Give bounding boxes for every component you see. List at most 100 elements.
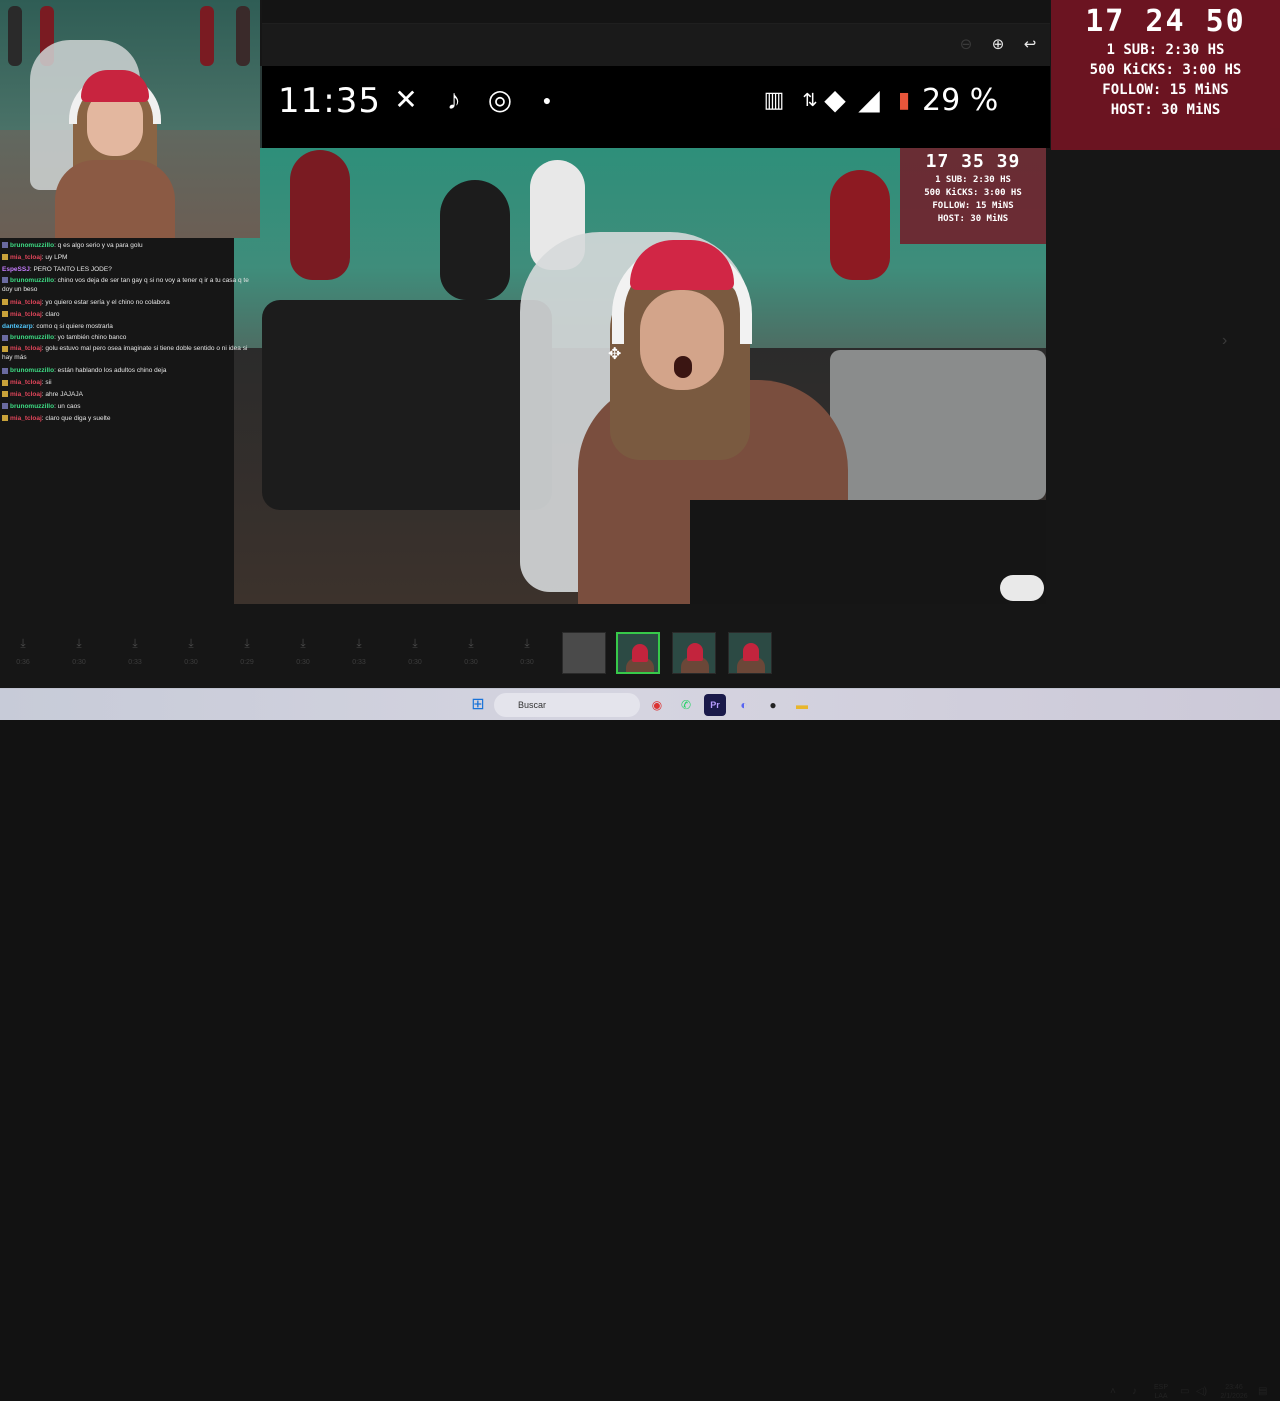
download-icon: ⤓ bbox=[356, 636, 362, 650]
chat-message: brunomuzzillo: están hablando los adulto… bbox=[0, 365, 258, 377]
chat-username[interactable]: mia_tcloaj bbox=[10, 299, 42, 306]
chat-username[interactable]: dantezarp bbox=[2, 323, 33, 330]
chat-username[interactable]: brunomuzzillo bbox=[10, 334, 54, 341]
guitar-image bbox=[440, 180, 510, 300]
thumbnail[interactable] bbox=[728, 632, 772, 674]
download-icon: ⤓ bbox=[132, 636, 138, 650]
chat-username[interactable]: mia_tcloaj bbox=[10, 311, 42, 318]
download-slot[interactable]: ⤓ 0:30 bbox=[449, 632, 493, 682]
download-slot[interactable]: ⤓ 0:29 bbox=[225, 632, 269, 682]
taskbar-search[interactable]: Buscar bbox=[494, 693, 640, 717]
chat-username[interactable]: brunomuzzillo bbox=[10, 277, 54, 284]
download-slot[interactable]: ⤓ 0:30 bbox=[393, 632, 437, 682]
download-duration: 0:30 bbox=[464, 659, 478, 666]
chat-text: : sii bbox=[41, 379, 52, 387]
chat-username[interactable]: EspeSSJ bbox=[2, 266, 30, 273]
download-slot[interactable]: ⤓ 0:30 bbox=[169, 632, 213, 682]
thumbnail-selected[interactable] bbox=[616, 632, 660, 674]
file-explorer-icon[interactable]: ▬ bbox=[791, 694, 813, 716]
chat-text: : yo también chino banco bbox=[54, 334, 127, 342]
thumbnail[interactable] bbox=[672, 632, 716, 674]
obs-icon[interactable]: ● bbox=[762, 694, 784, 716]
network-icon[interactable]: ▭ bbox=[1180, 1386, 1189, 1397]
chat-badge-icon bbox=[2, 391, 8, 398]
chat-badge-icon bbox=[2, 367, 8, 374]
chat-badge-icon bbox=[2, 334, 8, 341]
download-slot[interactable]: ⤓ 0:33 bbox=[113, 632, 157, 682]
notification-dot-icon: ● bbox=[542, 92, 552, 108]
chat-text: : ahre JAJAJA bbox=[41, 391, 83, 399]
battery-percent: 29 % bbox=[922, 83, 999, 118]
volume-icon[interactable]: ◁) bbox=[1196, 1386, 1207, 1397]
chat-badge-icon bbox=[2, 379, 8, 386]
clock-date: 2/1/2026 bbox=[1220, 1393, 1248, 1400]
premiere-icon[interactable]: Pr bbox=[704, 694, 726, 716]
chat-badge-icon bbox=[2, 403, 8, 410]
clock[interactable]: 23:46 2/1/2026 bbox=[1214, 1383, 1254, 1401]
chat-badge-icon bbox=[2, 254, 8, 261]
zoom-out-icon[interactable]: ⊖ bbox=[956, 35, 976, 55]
download-icon: ⤓ bbox=[412, 636, 418, 650]
counter-line: HOST: 30 MiNS bbox=[1110, 102, 1221, 118]
notifications-icon[interactable]: ▤ bbox=[1258, 1386, 1267, 1397]
chat-username[interactable]: mia_tcloaj bbox=[10, 415, 42, 422]
download-slot[interactable]: ⤓ 0:30 bbox=[281, 632, 325, 682]
download-duration: 0:30 bbox=[408, 659, 422, 666]
viewer-toolbar bbox=[262, 24, 1050, 66]
chat-username[interactable]: mia_tcloaj bbox=[10, 379, 42, 386]
chevron-up-icon[interactable]: ˄ bbox=[1110, 1386, 1116, 1397]
counter-line: 1 SUB: 2:30 HS bbox=[935, 175, 1011, 185]
thumbnail[interactable] bbox=[562, 632, 606, 674]
next-arrow-icon[interactable]: › bbox=[1222, 332, 1227, 350]
download-slot[interactable]: ⤓ 0:33 bbox=[337, 632, 381, 682]
zoom-in-icon[interactable]: ⊕ bbox=[988, 35, 1008, 55]
counter-line: 1 SUB: 2:30 HS bbox=[1106, 42, 1225, 58]
download-slot[interactable]: ⤓ 0:30 bbox=[57, 632, 101, 682]
download-duration: 0:30 bbox=[520, 659, 534, 666]
chat-username[interactable]: brunomuzzillo bbox=[10, 367, 54, 374]
desk-image bbox=[690, 500, 1046, 604]
chat-text: : están hablando los adultos chino deja bbox=[54, 367, 167, 375]
download-icon: ⤓ bbox=[524, 636, 530, 650]
tiktok-icon: ♪ bbox=[447, 84, 461, 115]
chat-text: : claro que diga y suelte bbox=[41, 414, 111, 422]
download-duration: 0:33 bbox=[128, 659, 142, 666]
vibrate-icon: ▥ bbox=[763, 87, 785, 112]
phone-time: 11:35 bbox=[278, 81, 381, 121]
microphone-icon[interactable]: ♪ bbox=[1132, 1386, 1137, 1397]
chat-message: brunomuzzillo: chino vos deja de ser tan… bbox=[0, 276, 258, 297]
chat-username[interactable]: mia_tcloaj bbox=[10, 254, 42, 261]
streamer-mouth bbox=[674, 356, 692, 378]
counter-line: 500 KiCKS: 3:00 HS bbox=[1089, 62, 1242, 78]
chat-username[interactable]: mia_tcloaj bbox=[10, 345, 42, 352]
chat-username[interactable]: mia_tcloaj bbox=[10, 391, 42, 398]
download-slot[interactable]: ⤓ 0:30 bbox=[505, 632, 549, 682]
chrome-icon[interactable]: ◉ bbox=[646, 694, 668, 716]
chat-username[interactable]: brunomuzzillo bbox=[10, 403, 54, 410]
discord-icon[interactable]: ◐ bbox=[733, 694, 755, 716]
chat-text: : como q si quiere mostrarla bbox=[32, 322, 113, 330]
subathon-counter-video: 17 35 39 1 SUB: 2:30 HS 500 KiCKS: 3:00 … bbox=[900, 148, 1046, 244]
chat-text: : un caos bbox=[54, 403, 81, 411]
download-duration: 0:30 bbox=[72, 659, 86, 666]
download-duration: 0:30 bbox=[296, 659, 310, 666]
signal-icon: ◢ bbox=[858, 84, 880, 115]
download-icon: ⤓ bbox=[188, 636, 194, 650]
subathon-counter: 17 24 50 1 SUB: 2:30 HS 500 KiCKS: 3:00 … bbox=[1051, 0, 1280, 150]
chat-username[interactable]: brunomuzzillo bbox=[10, 242, 54, 249]
chat-text: : PERO TANTO LES JODE? bbox=[29, 265, 112, 273]
chat-text: : uy LPM bbox=[41, 253, 68, 261]
download-duration: 0:33 bbox=[352, 659, 366, 666]
download-duration: 0:29 bbox=[240, 659, 254, 666]
back-arrow-icon[interactable]: ↩ bbox=[1020, 35, 1040, 55]
video-chat-overlay bbox=[262, 150, 432, 290]
counter-line: FOLLOW: 15 MiNS bbox=[932, 201, 1014, 211]
download-slot[interactable]: ⤓ 0:36 bbox=[1, 632, 45, 682]
whatsapp-icon[interactable]: ✆ bbox=[675, 694, 697, 716]
chat-message: dantezarp: como q si quiere mostrarla bbox=[0, 321, 258, 333]
language-indicator[interactable]: ESP LAA bbox=[1150, 1383, 1172, 1401]
chat-message: mia_tcloaj: sii bbox=[0, 377, 258, 389]
bed-image bbox=[830, 350, 1046, 500]
capcut-icon: ✕ bbox=[394, 84, 418, 115]
windows-start-icon[interactable]: ⊞ bbox=[467, 694, 489, 716]
